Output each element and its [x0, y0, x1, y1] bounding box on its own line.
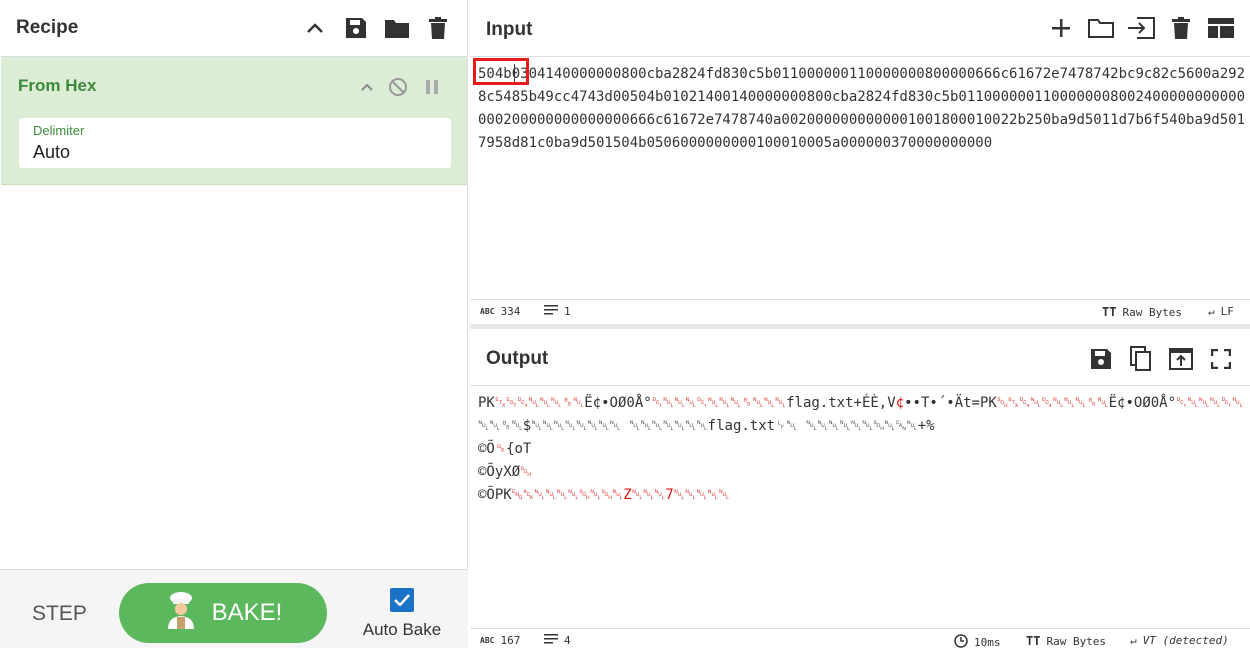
clock-icon: [954, 634, 968, 651]
collapse-chevron-icon[interactable]: [357, 72, 377, 102]
replace-input-with-output-icon[interactable]: [1166, 344, 1196, 374]
abc-length-icon: ABC: [480, 307, 495, 316]
load-recipe-folder-icon[interactable]: [382, 13, 412, 43]
output-encoding[interactable]: Raw Bytes: [1046, 635, 1106, 648]
output-line-2: ␀␀␈␀$␀␀␀␀␀␀␀␀ ␀␀␀␀␀␀␀flag.txt␊␀ ␀␀␀␀␀␀␁␀…: [478, 418, 935, 434]
output-line-count: 4: [564, 634, 571, 647]
output-eol[interactable]: VT (detected): [1143, 634, 1229, 647]
text-encoding-icon[interactable]: TT: [1102, 305, 1116, 319]
abc-length-icon: ABC: [480, 636, 495, 645]
copy-output-icon[interactable]: [1126, 344, 1156, 374]
eol-return-icon[interactable]: ↵: [1130, 634, 1137, 647]
output-line-4: ©ÕyXØ␁: [478, 464, 532, 480]
highlight-box: [473, 58, 529, 85]
save-output-icon[interactable]: [1086, 344, 1116, 374]
reset-layout-icon[interactable]: [1206, 13, 1236, 43]
open-folder-icon[interactable]: [1086, 13, 1116, 43]
maximise-output-icon[interactable]: [1206, 344, 1236, 374]
add-tab-plus-icon[interactable]: [1046, 13, 1076, 43]
input-encoding[interactable]: Raw Bytes: [1122, 306, 1182, 319]
input-title: Input: [486, 19, 533, 40]
text-cursor: [514, 64, 515, 82]
output-textarea[interactable]: PK␃␄␔␀␀␀␈␀Ë¢•OØ0Å°␑␀␀␀␑␀␀␀␈␀␀␀flag.txt+É…: [478, 392, 1248, 507]
operation-from-hex[interactable]: From Hex Delimiter: [1, 57, 467, 185]
delimiter-label: Delimiter: [33, 123, 85, 138]
auto-bake-label: Auto Bake: [362, 620, 442, 639]
output-line-3: ©Õ␝{oT: [478, 441, 532, 457]
cyberchef-app: Recipe From Hex Delimiter Auto STEP BAKE…: [0, 0, 1250, 649]
chevron-up-icon[interactable]: [300, 13, 330, 43]
open-file-input-icon[interactable]: [1126, 13, 1156, 43]
input-char-count: 334: [500, 305, 521, 318]
output-char-count: 167: [500, 634, 521, 647]
eol-return-icon[interactable]: ↵: [1208, 305, 1215, 318]
input-header: Input: [470, 0, 1250, 57]
auto-bake-toggle[interactable]: Auto Bake: [360, 588, 444, 640]
delimiter-select[interactable]: [33, 142, 433, 163]
recipe-panel: Recipe From Hex Delimiter Auto STEP BAKE…: [0, 0, 468, 648]
output-line-5: ©ÕPK␅␆␀␀␀␀␁␀␁␀Z␀␀␀7␀␀␀␀␀: [478, 487, 730, 503]
recipe-header: Recipe: [0, 0, 467, 57]
lines-icon: [544, 634, 558, 647]
delimiter-field[interactable]: Delimiter: [19, 118, 451, 168]
step-button[interactable]: STEP: [32, 602, 87, 626]
recipe-title: Recipe: [16, 17, 79, 38]
input-line-count: 1: [564, 305, 571, 318]
operation-title: From Hex: [18, 76, 97, 95]
output-header: Output: [470, 329, 1250, 386]
bake-time: 10ms: [974, 636, 1001, 649]
text-encoding-icon[interactable]: TT: [1026, 634, 1040, 648]
bake-button[interactable]: BAKE!: [119, 583, 327, 643]
input-textarea[interactable]: 504b0304140000000800cba2824fd830c5b01100…: [478, 63, 1248, 155]
output-line-1: PK␃␄␔␀␀␀␈␀Ë¢•OØ0Å°␑␀␀␀␑␀␀␀␈␀␀␀flag.txt+É…: [478, 395, 1244, 411]
output-status-bar: ABC 167 4 10ms TT Raw Bytes ↵ VT (detect…: [470, 628, 1250, 652]
auto-bake-checkbox[interactable]: [390, 588, 414, 612]
output-title: Output: [486, 348, 549, 369]
output-pane: Output PK␃␄␔␀␀␀␈␀Ë¢•OØ0Å°␑␀␀␀␑␀␀␀␈␀␀␀fla…: [470, 329, 1250, 649]
input-pane: Input 504b0304140000000800cba2824fd830c5…: [470, 0, 1250, 324]
save-recipe-icon[interactable]: [341, 13, 371, 43]
disable-operation-icon[interactable]: [385, 72, 411, 102]
clear-recipe-trash-icon[interactable]: [423, 13, 453, 43]
pause-breakpoint-icon[interactable]: [419, 72, 445, 102]
bake-controls: STEP BAKE! Auto Bake: [0, 569, 468, 648]
input-eol[interactable]: LF: [1221, 305, 1234, 318]
chef-icon: [164, 591, 198, 636]
clear-input-trash-icon[interactable]: [1166, 13, 1196, 43]
lines-icon: [544, 305, 558, 318]
bake-label: BAKE!: [211, 599, 283, 626]
input-status-bar: ABC 334 1 TT Raw Bytes ↵ LF: [470, 299, 1250, 323]
